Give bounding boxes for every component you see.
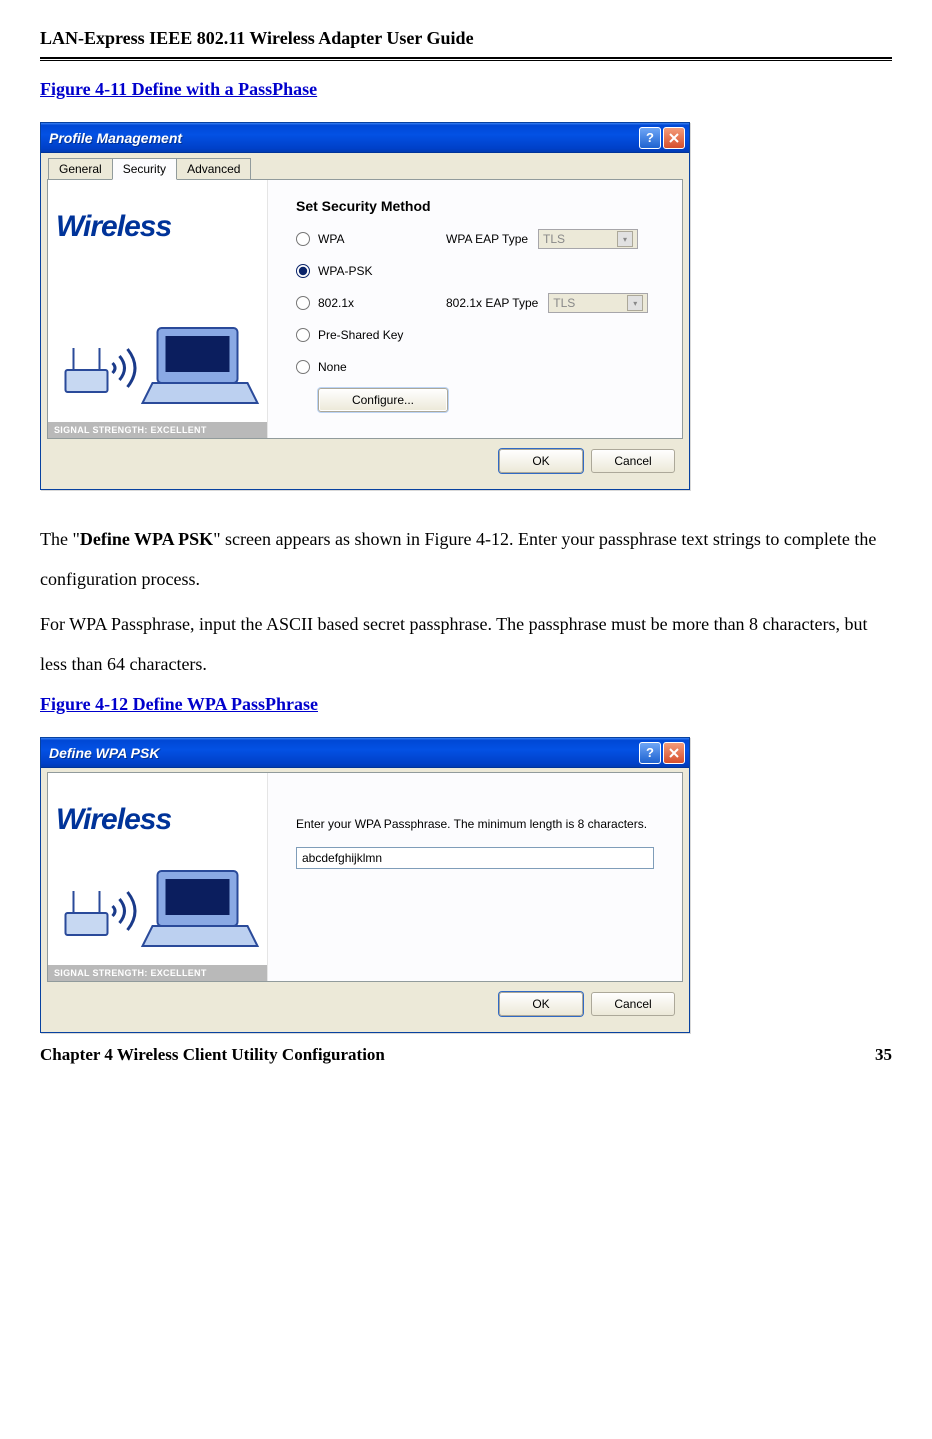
passphrase-instruction: Enter your WPA Passphrase. The minimum l… bbox=[296, 817, 654, 831]
figure-4-11-caption: Figure 4-11 Define with a PassPhase bbox=[40, 79, 892, 100]
define-wpa-psk-dialog: Define WPA PSK ? Wireless bbox=[40, 737, 690, 1033]
chevron-down-icon: ▾ bbox=[617, 231, 633, 247]
router-laptop-icon bbox=[54, 308, 261, 418]
titlebar: Profile Management ? bbox=[41, 123, 689, 153]
document-header: LAN-Express IEEE 802.11 Wireless Adapter… bbox=[40, 28, 892, 59]
tab-general[interactable]: General bbox=[48, 158, 113, 180]
configure-button[interactable]: Configure... bbox=[318, 388, 448, 412]
signal-strength-bar: SIGNAL STRENGTH: EXCELLENT bbox=[48, 422, 267, 438]
brand-sidebar: Wireless SIGNAL STRENGTH bbox=[48, 773, 268, 981]
ok-button[interactable]: OK bbox=[499, 449, 583, 473]
define-panel: Wireless SIGNAL STRENGTH bbox=[47, 772, 683, 982]
define-body: Enter your WPA Passphrase. The minimum l… bbox=[268, 773, 682, 981]
device-graphic bbox=[48, 847, 267, 965]
radio-preshared-label: Pre-Shared Key bbox=[318, 328, 438, 342]
security-panel: Wireless SIGNAL STRENGTH bbox=[47, 179, 683, 439]
radio-wpa-psk[interactable] bbox=[296, 264, 310, 278]
tabs: General Security Advanced bbox=[48, 158, 683, 180]
device-graphic bbox=[48, 254, 267, 422]
page-number: 35 bbox=[875, 1045, 892, 1065]
wireless-logo: Wireless bbox=[48, 773, 267, 847]
close-icon[interactable] bbox=[663, 127, 685, 149]
wpa-eap-value: TLS bbox=[543, 232, 565, 246]
radio-wpa-label: WPA bbox=[318, 232, 438, 246]
header-rule bbox=[40, 59, 892, 61]
brand-sidebar: Wireless SIGNAL STRENGTH bbox=[48, 180, 268, 438]
wpa-eap-type-label: WPA EAP Type bbox=[446, 232, 528, 246]
radio-wpa-psk-label: WPA-PSK bbox=[318, 264, 438, 278]
signal-label: SIGNAL STRENGTH: bbox=[54, 425, 148, 435]
tab-security[interactable]: Security bbox=[112, 158, 177, 180]
titlebar: Define WPA PSK ? bbox=[41, 738, 689, 768]
wpa-eap-select[interactable]: TLS ▾ bbox=[538, 229, 638, 249]
radio-none-label: None bbox=[318, 360, 438, 374]
window-title: Profile Management bbox=[49, 130, 639, 146]
signal-strength-bar: SIGNAL STRENGTH: EXCELLENT bbox=[48, 965, 267, 981]
signal-value: EXCELLENT bbox=[150, 968, 206, 978]
chapter-label: Chapter 4 Wireless Client Utility Config… bbox=[40, 1045, 385, 1065]
help-icon[interactable]: ? bbox=[639, 127, 661, 149]
radio-preshared[interactable] bbox=[296, 328, 310, 342]
chevron-down-icon: ▾ bbox=[627, 295, 643, 311]
window-title: Define WPA PSK bbox=[49, 745, 639, 761]
8021x-eap-value: TLS bbox=[553, 296, 575, 310]
settings-area: Set Security Method WPA WPA EAP Type TLS… bbox=[268, 180, 682, 438]
page-footer: Chapter 4 Wireless Client Utility Config… bbox=[40, 1045, 892, 1065]
tab-advanced[interactable]: Advanced bbox=[176, 158, 251, 180]
bold-define-wpa-psk: Define WPA PSK bbox=[80, 529, 213, 549]
radio-8021x-label: 802.1x bbox=[318, 296, 438, 310]
cancel-button[interactable]: Cancel bbox=[591, 992, 675, 1016]
wireless-logo: Wireless bbox=[48, 180, 267, 254]
radio-wpa[interactable] bbox=[296, 232, 310, 246]
signal-value: EXCELLENT bbox=[150, 425, 206, 435]
ok-button[interactable]: OK bbox=[499, 992, 583, 1016]
passphrase-input[interactable] bbox=[296, 847, 654, 869]
router-laptop-icon bbox=[54, 851, 261, 961]
figure-4-12-caption: Figure 4-12 Define WPA PassPhrase bbox=[40, 694, 892, 715]
help-icon[interactable]: ? bbox=[639, 742, 661, 764]
paragraph-1: The "Define WPA PSK" screen appears as s… bbox=[40, 520, 892, 599]
section-title: Set Security Method bbox=[296, 198, 662, 214]
signal-label: SIGNAL STRENGTH: bbox=[54, 968, 148, 978]
cancel-button[interactable]: Cancel bbox=[591, 449, 675, 473]
8021x-eap-type-label: 802.1x EAP Type bbox=[446, 296, 538, 310]
paragraph-2: For WPA Passphrase, input the ASCII base… bbox=[40, 605, 892, 684]
radio-none[interactable] bbox=[296, 360, 310, 374]
profile-management-dialog: Profile Management ? General Security Ad… bbox=[40, 122, 690, 490]
8021x-eap-select[interactable]: TLS ▾ bbox=[548, 293, 648, 313]
radio-8021x[interactable] bbox=[296, 296, 310, 310]
close-icon[interactable] bbox=[663, 742, 685, 764]
